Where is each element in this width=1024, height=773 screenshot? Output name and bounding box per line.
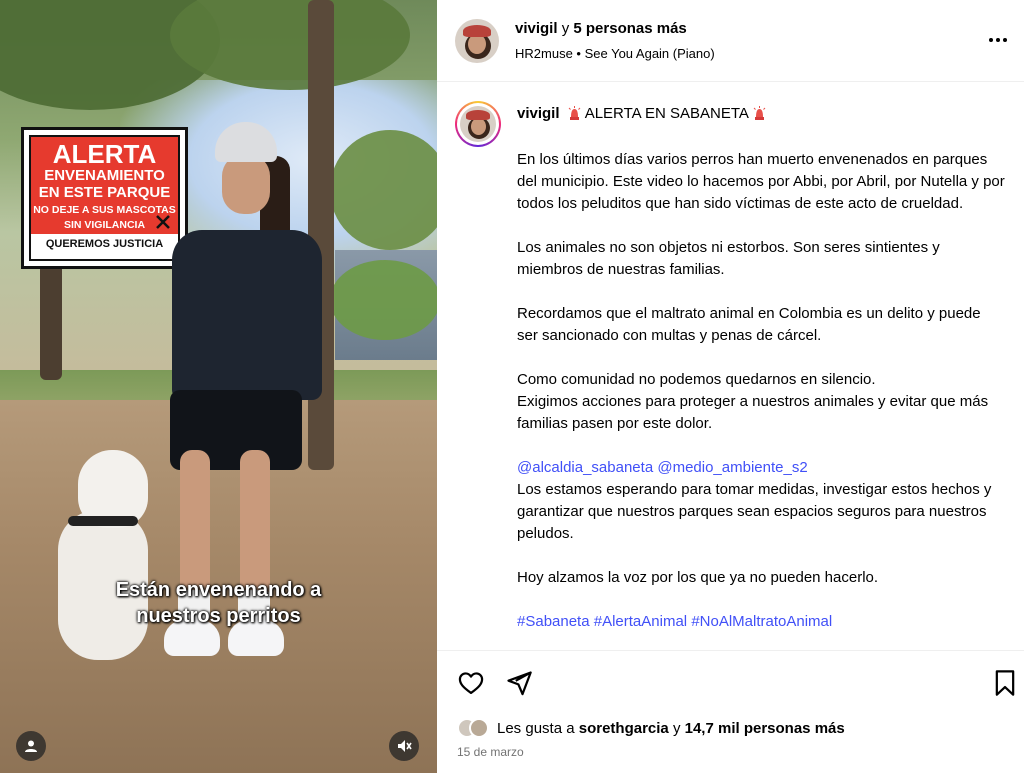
author-avatar[interactable] [455,19,499,63]
community-line2: Exigimos acciones para proteger a nuestr… [517,393,989,432]
caption-paragraph: Recordamos que el maltrato animal en Col… [517,305,981,344]
more-options-button[interactable] [986,28,1010,52]
caption-paragraph-mentions: @alcaldia_sabaneta @medio_ambiente_s2 Lo… [517,457,1005,545]
video-caption-line2: nuestros perritos [136,605,301,627]
siren-icon [753,106,766,120]
mention-link[interactable]: @alcaldia_sabaneta [517,459,653,476]
caption-paragraph-community: Como comunidad no podemos quedarnos en s… [517,369,1005,435]
audio-info[interactable]: HR2muse • See You Again (Piano) [515,46,715,61]
caption-paragraph: Hoy alzamos la voz por los que ya no pue… [517,569,879,586]
header-title: vivigil y 5 personas más [515,20,687,37]
action-bar [437,650,1024,710]
user-icon [25,740,37,752]
liker-avatar [469,718,489,738]
hashtag-link[interactable]: #AlertaAnimal [594,613,687,630]
mention-text: Los estamos esperando para tomar medidas… [517,481,992,542]
mute-button[interactable] [389,731,419,761]
siren-icon [568,106,581,120]
audio-title[interactable]: See You Again (Piano) [585,46,715,61]
bookmark-icon [995,670,1015,696]
author-username[interactable]: vivigil [515,20,558,37]
hashtag-list: #Sabaneta #AlertaAnimal #NoAlMaltratoAni… [517,611,1005,633]
liker-username[interactable]: sorethgarcia [579,720,669,737]
hashtag-link[interactable]: #Sabaneta [517,613,590,630]
post-date[interactable]: 15 de marzo [457,745,524,759]
heart-icon [458,672,484,695]
tree-canopy [330,260,437,340]
community-line1: Como comunidad no podemos quedarnos en s… [517,371,876,388]
post-header: vivigil y 5 personas más HR2muse • See Y… [437,0,1024,82]
video-caption-line1: Están envenenando a [115,579,322,601]
mention-link[interactable]: @medio_ambiente_s2 [657,459,807,476]
collaborators-link[interactable]: 5 personas más [573,20,686,37]
likes-count[interactable]: 14,7 mil personas más [685,720,845,737]
caption-title: ALERTA EN SABANETA [584,105,749,122]
post-caption: vivigil ALERTA EN SABANETA En los último… [437,83,1024,650]
speaker-muted-icon [398,740,412,752]
tree-trunk [40,250,62,380]
caption-header: vivigil ALERTA EN SABANETA [517,105,770,122]
post-media[interactable]: ALERTA ENVENAMIENTO EN ESTE PARQUE NO DE… [0,0,437,773]
caption-body: En los últimos días varios perros han mu… [517,149,1005,650]
more-options-icon [989,38,993,42]
tree-canopy [170,0,410,90]
likes-summary[interactable]: Les gusta a sorethgarcia y 14,7 mil pers… [457,716,845,740]
sign-footer: QUEREMOS JUSTICIA [45,238,164,250]
caption-username[interactable]: vivigil [517,105,560,122]
hashtag-link[interactable]: #NoAlMaltratoAnimal [691,613,832,630]
save-button[interactable] [993,669,1017,697]
post-panel: vivigil y 5 personas más HR2muse • See Y… [437,0,1024,773]
dog-figure [48,450,168,670]
share-button[interactable] [505,669,533,697]
caption-paragraph: En los últimos días varios perros han mu… [517,151,1005,212]
audio-artist[interactable]: HR2muse [515,46,573,61]
caption-avatar[interactable] [455,101,501,147]
tagged-users-button[interactable] [16,731,46,761]
like-button[interactable] [457,669,485,697]
send-icon [507,671,532,696]
caption-paragraph: Los animales no son objetos ni estorbos.… [517,239,940,278]
